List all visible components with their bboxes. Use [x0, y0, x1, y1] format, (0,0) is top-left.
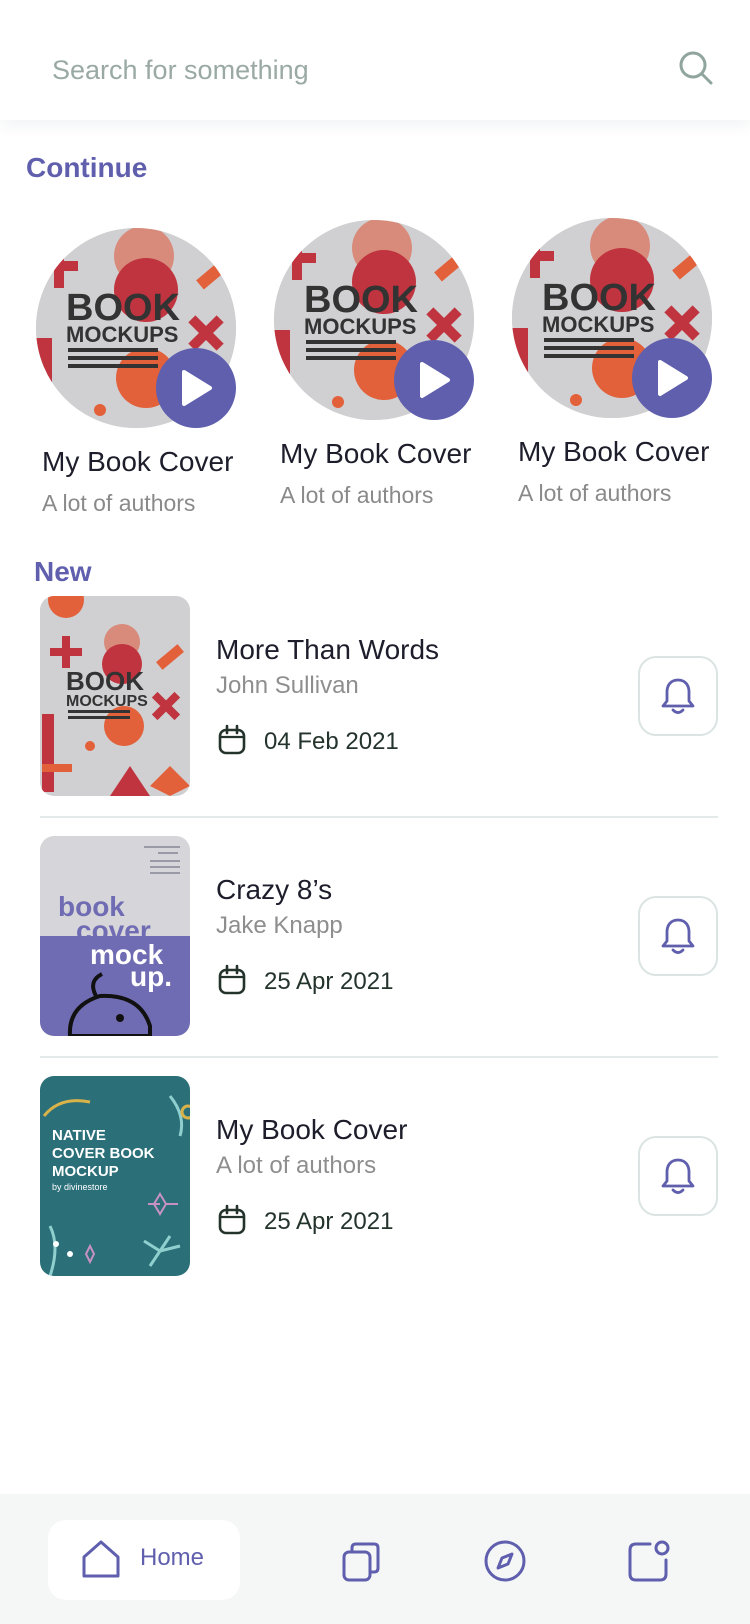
item-title: Crazy 8’s — [216, 874, 333, 905]
search-bar — [0, 0, 750, 120]
item-title: My Book Cover — [216, 1114, 408, 1145]
item-date: 25 Apr 2021 — [264, 968, 394, 995]
list-item[interactable]: BOOK MOCKUPS More Than Words John Sulliv… — [40, 596, 718, 796]
play-button[interactable] — [394, 340, 474, 420]
calendar-icon — [218, 724, 246, 755]
item-author: Jake Knapp — [216, 912, 343, 939]
continue-card[interactable]: BOOK MOCKUPS My Book Cover A lot of auth… — [36, 228, 246, 528]
book-cover-image: book cover mock up. — [40, 836, 190, 1036]
item-author: John Sullivan — [216, 672, 359, 699]
calendar-icon — [218, 1204, 246, 1235]
continue-card-subtitle: A lot of authors — [518, 480, 672, 506]
divider — [40, 1056, 718, 1058]
cover-title-text: BOOK — [66, 666, 144, 696]
item-author: A lot of authors — [216, 1152, 377, 1179]
notify-button[interactable] — [638, 896, 718, 976]
bell-icon — [661, 918, 695, 954]
continue-card-title: My Book Cover — [42, 446, 234, 477]
book-cover-image: BOOK MOCKUPS — [40, 596, 190, 796]
list-item[interactable]: NATIVE COVER BOOK MOCKUP by divinestore … — [40, 1076, 718, 1276]
nav-home-label: Home — [140, 1544, 205, 1571]
bell-icon — [661, 678, 695, 714]
cover-line1-text: NATIVE — [52, 1127, 106, 1144]
play-button[interactable] — [632, 338, 712, 418]
cover-line3-text: MOCKUP — [52, 1163, 119, 1180]
continue-card-subtitle: A lot of authors — [42, 490, 196, 516]
play-icon — [182, 370, 212, 406]
continue-card-title: My Book Cover — [280, 438, 472, 469]
cover-line2-text: COVER BOOK — [52, 1145, 155, 1162]
play-icon — [658, 360, 688, 396]
continue-card[interactable]: BOOK MOCKUPS My Book Cover A lot of auth… — [274, 220, 484, 520]
bell-icon — [661, 1158, 695, 1194]
bottom-nav: Home — [0, 1494, 750, 1624]
item-title: More Than Words — [216, 634, 440, 665]
continue-card[interactable]: BOOK MOCKUPS My Book Cover A lot of auth… — [512, 218, 722, 518]
home-icon — [82, 1540, 120, 1578]
cover-subtitle-text: MOCKUPS — [66, 693, 148, 710]
cover-subtitle-text: MOCKUPS — [304, 314, 416, 339]
divider — [40, 816, 718, 818]
continue-card-subtitle: A lot of authors — [280, 482, 434, 508]
svg-text:up.: up. — [130, 961, 172, 992]
library-icon[interactable] — [340, 1538, 386, 1584]
nav-home-button[interactable]: Home — [48, 1520, 240, 1600]
cover-by-text: by divinestore — [52, 1182, 108, 1192]
continue-card-title: My Book Cover — [518, 436, 710, 467]
play-button[interactable] — [156, 348, 236, 428]
item-date: 25 Apr 2021 — [264, 1208, 394, 1235]
search-input[interactable] — [52, 45, 612, 95]
cover-subtitle-text: MOCKUPS — [542, 312, 654, 337]
new-section-title: New — [34, 556, 92, 587]
cover-subtitle-text: MOCKUPS — [66, 322, 178, 347]
book-cover-image: NATIVE COVER BOOK MOCKUP by divinestore — [40, 1076, 190, 1276]
continue-section-title: Continue — [26, 152, 148, 183]
search-icon[interactable] — [676, 48, 716, 88]
notify-button[interactable] — [638, 656, 718, 736]
compass-icon[interactable] — [482, 1538, 528, 1584]
calendar-icon — [218, 964, 246, 995]
notify-button[interactable] — [638, 1136, 718, 1216]
notifications-icon[interactable] — [626, 1538, 672, 1584]
play-icon — [420, 362, 450, 398]
item-date: 04 Feb 2021 — [264, 728, 399, 755]
list-item[interactable]: book cover mock up. Crazy 8’s Jake Knapp… — [40, 836, 718, 1036]
